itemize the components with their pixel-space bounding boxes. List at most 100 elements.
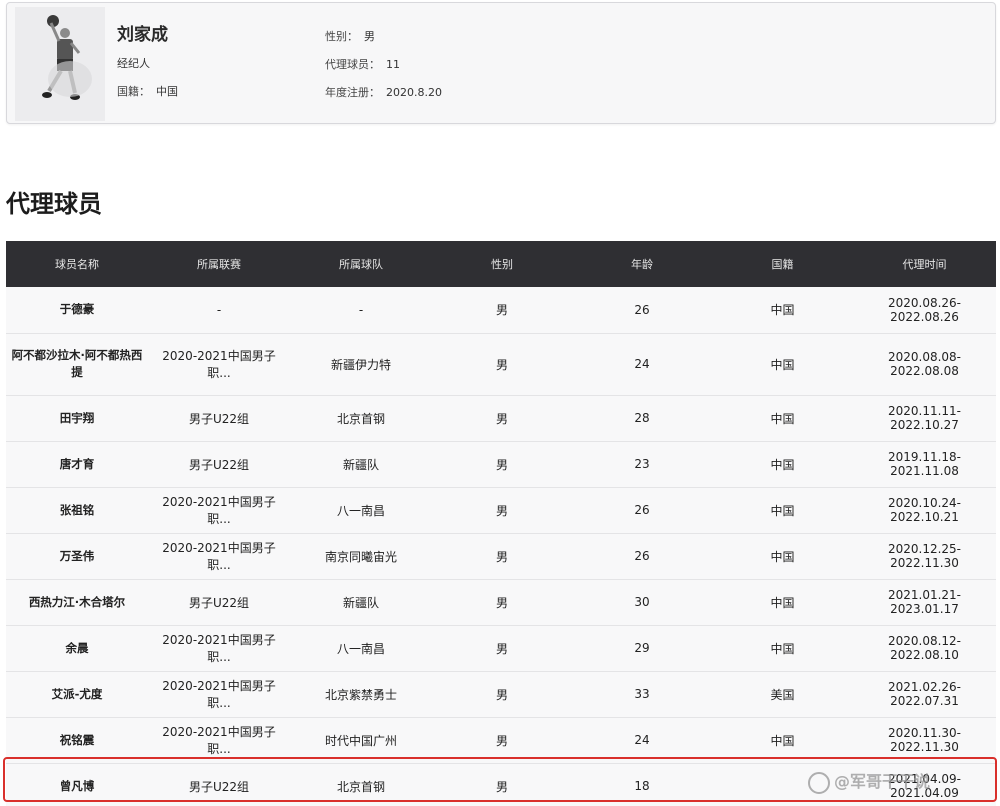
cell-league: 男子U22组: [148, 441, 290, 488]
cell-league: 2020-2021中国男子职...: [148, 671, 290, 718]
cell-league: 2020-2021中国男子职...: [148, 333, 290, 396]
agent-profile-card: 刘家成 经纪人 国籍： 中国 性别： 男 代理球员： 11 年度注册： 2020.8.2…: [6, 2, 996, 124]
agent-nationality: 国籍： 中国: [117, 83, 178, 99]
table-row[interactable]: 西热力江·木合塔尔 男子U22组 新疆队男 30 中国 2021.01.21-2023.0…: [6, 579, 996, 626]
header-gender[interactable]: 性别: [432, 241, 572, 287]
header-agency-period[interactable]: 代理时间: [853, 241, 996, 287]
cell-age: 18: [572, 763, 712, 806]
cell-team: 南京同曦宙光: [290, 533, 432, 580]
cell-player-name: 祝铭震: [6, 717, 148, 764]
section-title: 代理球员: [6, 190, 102, 218]
cell-age: 29: [572, 625, 712, 672]
cell-team: 八一南昌: [290, 487, 432, 534]
cell-gender: 男: [432, 717, 572, 764]
agent-name: 刘家成: [117, 25, 168, 45]
cell-gender: 男: [432, 625, 572, 672]
cell-nationality: 中国: [712, 533, 853, 580]
watermark-text: @军哥干干说: [834, 772, 931, 791]
cell-player-name: 曾凡博: [6, 763, 148, 806]
cell-league: 男子U22组: [148, 579, 290, 626]
cell-team: 北京首钢: [290, 395, 432, 442]
cell-team: 北京首钢: [290, 763, 432, 806]
cell-gender: 男: [432, 533, 572, 580]
table-row[interactable]: 万圣伟 2020-2021中国男子职... 南京同曦宙光男 26 中国 2020.12.2…: [6, 533, 996, 580]
table-row[interactable]: 唐才育 男子U22组 新疆队男 23 中国 2019.11.18-2021.11.08: [6, 441, 996, 488]
cell-team: 时代中国广州: [290, 717, 432, 764]
cell-age: 26: [572, 287, 712, 334]
cell-team: 新疆伊力特: [290, 333, 432, 396]
cell-age: 23: [572, 441, 712, 488]
cell-gender: 男: [432, 287, 572, 334]
table-row[interactable]: 阿不都沙拉木·阿不都热西提 2020-2021中国男子职... 新疆伊力特男 24 中国…: [6, 333, 996, 396]
cell-nationality: 中国: [712, 441, 853, 488]
cell-league: 2020-2021中国男子职...: [148, 533, 290, 580]
header-age[interactable]: 年龄: [572, 241, 712, 287]
weibo-logo-icon: [808, 771, 830, 794]
cell-gender: 男: [432, 487, 572, 534]
cell-agency-period: 2020.11.30-2022.11.30: [853, 717, 996, 764]
cell-age: 26: [572, 533, 712, 580]
cell-gender: 男: [432, 395, 572, 442]
cell-team: 八一南昌: [290, 625, 432, 672]
cell-gender: 男: [432, 579, 572, 626]
cell-player-name: 于德豪: [6, 287, 148, 334]
cell-agency-period: 2021.02.26-2022.07.31: [853, 671, 996, 718]
cell-age: 30: [572, 579, 712, 626]
cell-agency-period: 2020.08.26-2022.08.26: [853, 287, 996, 334]
cell-agency-period: 2019.11.18-2021.11.08: [853, 441, 996, 488]
table-row[interactable]: 田宇翔 男子U22组 北京首钢男 28 中国 2020.11.11-2022.10.27: [6, 395, 996, 442]
cell-team: 新疆队: [290, 441, 432, 488]
cell-nationality: 中国: [712, 717, 853, 764]
agent-player-count: 代理球员： 11: [325, 56, 400, 72]
cell-player-name: 田宇翔: [6, 395, 148, 442]
watermark: @军哥干干说: [808, 768, 930, 794]
basketball-player-illustration: [15, 7, 105, 121]
cell-agency-period: 2020.10.24-2022.10.21: [853, 487, 996, 534]
agent-registration: 年度注册： 2020.8.20: [325, 84, 442, 100]
cell-age: 26: [572, 487, 712, 534]
cell-player-name: 西热力江·木合塔尔: [6, 579, 148, 626]
cell-age: 33: [572, 671, 712, 718]
header-nationality[interactable]: 国籍: [712, 241, 853, 287]
cell-agency-period: 2020.08.12-2022.08.10: [853, 625, 996, 672]
table-row[interactable]: 祝铭震 2020-2021中国男子职... 时代中国广州男 24 中国 2020.11.3…: [6, 717, 996, 764]
cell-age: 24: [572, 717, 712, 764]
nationality-value: 中国: [156, 85, 178, 98]
cell-agency-period: 2021.01.21-2023.01.17: [853, 579, 996, 626]
cell-gender: 男: [432, 441, 572, 488]
player-count-value: 11: [386, 58, 400, 71]
cell-nationality: 中国: [712, 579, 853, 626]
agent-role: 经纪人: [117, 57, 150, 70]
nationality-label: 国籍：: [117, 85, 150, 98]
cell-player-name: 阿不都沙拉木·阿不都热西提: [6, 333, 148, 396]
registration-value: 2020.8.20: [386, 86, 442, 99]
cell-player-name: 艾派-尤度: [6, 671, 148, 718]
cell-league: 2020-2021中国男子职...: [148, 625, 290, 672]
cell-team: -: [290, 287, 432, 334]
table-row[interactable]: 余晨 2020-2021中国男子职... 八一南昌男 29 中国 2020.08.12-2…: [6, 625, 996, 672]
table-row[interactable]: 艾派-尤度 2020-2021中国男子职... 北京紫禁勇士男 33 美国 2021.02…: [6, 671, 996, 718]
registration-label: 年度注册：: [325, 86, 380, 99]
cell-player-name: 张祖铭: [6, 487, 148, 534]
cell-agency-period: 2020.11.11-2022.10.27: [853, 395, 996, 442]
cell-nationality: 中国: [712, 487, 853, 534]
cell-player-name: 万圣伟: [6, 533, 148, 580]
table-header-row: 球员名称 所属联赛 所属球队 性别 年龄 国籍 代理时间: [6, 241, 996, 287]
header-league[interactable]: 所属联赛: [148, 241, 290, 287]
cell-gender: 男: [432, 671, 572, 718]
cell-nationality: 中国: [712, 395, 853, 442]
cell-agency-period: 2020.12.25-2022.11.30: [853, 533, 996, 580]
cell-league: 2020-2021中国男子职...: [148, 717, 290, 764]
cell-league: 男子U22组: [148, 395, 290, 442]
player-count-label: 代理球员：: [325, 58, 380, 71]
gender-value: 男: [364, 30, 375, 43]
cell-agency-period: 2020.08.08-2022.08.08: [853, 333, 996, 396]
table-row[interactable]: 张祖铭 2020-2021中国男子职... 八一南昌男 26 中国 2020.10.24-…: [6, 487, 996, 534]
header-player-name[interactable]: 球员名称: [6, 241, 148, 287]
cell-nationality: 美国: [712, 671, 853, 718]
cell-nationality: 中国: [712, 333, 853, 396]
avatar: [15, 7, 105, 121]
header-team[interactable]: 所属球队: [290, 241, 432, 287]
cell-team: 北京紫禁勇士: [290, 671, 432, 718]
table-row[interactable]: 于德豪 - - 男 26 中国 2020.08.26-2022.08.26: [6, 287, 996, 334]
